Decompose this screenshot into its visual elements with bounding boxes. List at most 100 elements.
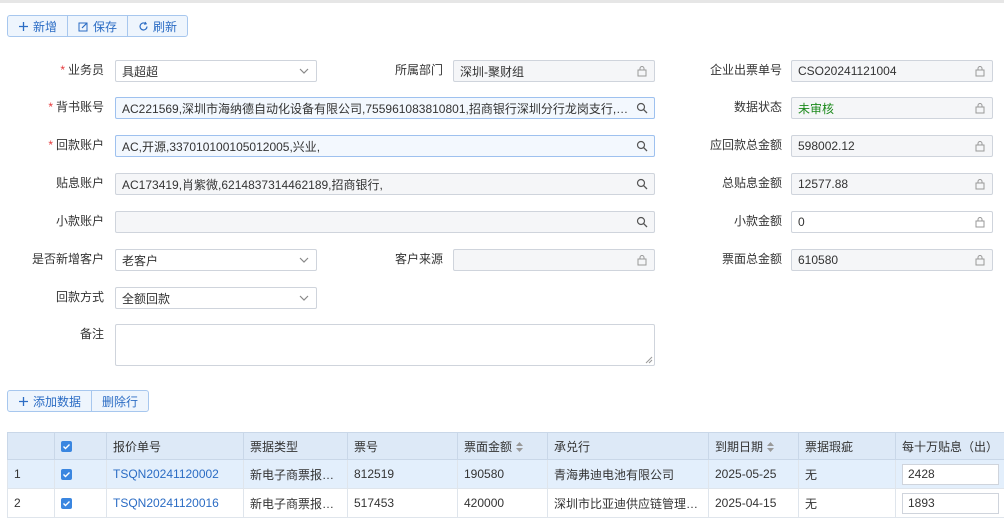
chevron-down-icon	[299, 257, 309, 263]
customer-source-field	[453, 249, 655, 271]
discount-total-field: 12577.88	[791, 173, 993, 195]
row-checkbox[interactable]	[54, 488, 107, 518]
bill-type-cell: 新电子商票报价单	[243, 459, 348, 489]
header-rate[interactable]: 每十万贴息（出）	[895, 432, 1004, 460]
header-bill-type[interactable]: 票据类型	[243, 432, 348, 460]
face-total-field: 610580	[791, 249, 993, 271]
main-toolbar: 新增 保存 刷新	[7, 15, 189, 37]
endorse-account-label: * 背书账号	[48, 100, 104, 114]
search-icon[interactable]	[636, 178, 648, 190]
acceptor-cell: 青海弗迪电池有限公司	[547, 459, 709, 489]
due-date-cell: 2025-04-15	[708, 488, 799, 518]
discount-total-label: 总贴息金额	[721, 176, 782, 190]
quote-no-link[interactable]: TSQN20241120002	[106, 459, 244, 489]
lock-icon	[975, 179, 985, 190]
face-amount-cell: 190580	[457, 459, 548, 489]
data-status-label: 数据状态	[733, 100, 782, 114]
bill-type-cell: 新电子商票报价单	[243, 488, 348, 518]
invoice-no-field: CSO20241121004	[791, 60, 993, 82]
plus-icon	[19, 21, 28, 31]
lock-icon	[637, 66, 647, 77]
table-toolbar: 添加数据 删除行	[7, 390, 150, 412]
required-mark: *	[48, 138, 53, 152]
header-defect[interactable]: 票据瑕疵	[798, 432, 896, 460]
small-account-field[interactable]	[115, 211, 655, 233]
delete-row-button-label: 删除行	[102, 394, 139, 409]
checkbox-checked-icon[interactable]	[61, 441, 72, 453]
data-status-field: 未审核	[791, 97, 993, 119]
invoice-no-label: 企业出票单号	[709, 63, 782, 77]
save-button[interactable]: 保存	[68, 16, 129, 36]
defect-cell: 无	[798, 459, 896, 489]
add-row-button[interactable]: 添加数据	[8, 391, 93, 411]
resize-handle-icon[interactable]	[645, 356, 653, 364]
header-select-all[interactable]	[54, 432, 107, 460]
customer-source-label: 客户来源	[394, 252, 443, 266]
header-due-date[interactable]: 到期日期	[708, 432, 799, 460]
row-checkbox[interactable]	[54, 459, 107, 489]
chevron-down-icon	[299, 68, 309, 74]
due-date-cell: 2025-05-25	[708, 459, 799, 489]
bill-no-cell: 517453	[347, 488, 458, 518]
remark-textarea[interactable]	[115, 324, 655, 366]
return-method-label: 回款方式	[55, 290, 104, 304]
bill-no-cell: 812519	[347, 459, 458, 489]
salesman-select[interactable]: 具超超	[115, 60, 317, 82]
bill-table: 报价单号 票据类型 票号 票面金额 承兑行 到期日期 票据瑕疵 每十万贴息（出）…	[7, 432, 1004, 518]
checkbox-checked-icon[interactable]	[61, 498, 72, 510]
header-acceptor[interactable]: 承兑行	[547, 432, 709, 460]
new-customer-select[interactable]: 老客户	[115, 249, 317, 271]
row-index: 2	[7, 488, 55, 518]
plus-icon	[19, 396, 28, 406]
refresh-icon	[139, 21, 148, 30]
acceptor-cell: 深圳市比亚迪供应链管理有限公司	[547, 488, 709, 518]
sort-icon[interactable]	[767, 442, 775, 453]
refresh-button-label: 刷新	[153, 19, 178, 34]
face-total-label: 票面总金额	[721, 252, 782, 266]
lock-icon	[975, 255, 985, 266]
discount-account-field[interactable]: AC173419,肖紫微,6214837314462189,招商银行,	[115, 173, 655, 195]
table-header-row: 报价单号 票据类型 票号 票面金额 承兑行 到期日期 票据瑕疵 每十万贴息（出）	[7, 432, 1004, 460]
save-button-label: 保存	[93, 19, 118, 34]
rate-input[interactable]: 2428	[902, 463, 999, 485]
return-account-label: * 回款账户	[48, 138, 104, 152]
table-row[interactable]: 2 TSQN20241120016 新电子商票报价单 517453 420000…	[7, 488, 1004, 518]
return-method-select[interactable]: 全额回款	[115, 287, 317, 309]
rate-cell: 1893	[895, 488, 1004, 518]
return-total-field: 598002.12	[791, 135, 993, 157]
sort-icon[interactable]	[516, 442, 524, 453]
search-icon[interactable]	[636, 216, 648, 228]
return-total-label: 应回款总金额	[709, 138, 782, 152]
lock-icon	[975, 103, 985, 114]
table-row[interactable]: 1 TSQN20241120002 新电子商票报价单 812519 190580…	[7, 459, 1004, 489]
rate-cell: 2428	[895, 459, 1004, 489]
new-customer-label: 是否新增客户	[31, 252, 104, 266]
delete-row-button[interactable]: 删除行	[92, 391, 148, 411]
header-quote-no[interactable]: 报价单号	[106, 432, 244, 460]
required-mark: *	[60, 63, 65, 77]
header-bill-no[interactable]: 票号	[347, 432, 458, 460]
row-index: 1	[7, 459, 55, 489]
lock-icon	[637, 255, 647, 266]
quote-no-link[interactable]: TSQN20241120016	[106, 488, 244, 518]
search-icon[interactable]	[636, 102, 648, 114]
return-account-field[interactable]: AC,开源,337010100105012005,兴业,	[115, 135, 655, 157]
search-icon[interactable]	[636, 140, 648, 152]
small-account-label: 小款账户	[55, 214, 104, 228]
required-mark: *	[48, 100, 53, 114]
small-amount-label: 小款金额	[733, 214, 782, 228]
rate-input[interactable]: 1893	[902, 492, 999, 514]
endorse-account-field[interactable]: AC221569,深圳市海纳德自动化设备有限公司,755961083810801…	[115, 97, 655, 119]
add-button[interactable]: 新增	[8, 16, 69, 36]
discount-account-label: 贴息账户	[55, 176, 104, 190]
remark-label: 备注	[79, 327, 104, 341]
add-button-label: 新增	[33, 19, 58, 34]
header-face-amount[interactable]: 票面金额	[457, 432, 548, 460]
lock-icon	[975, 217, 985, 228]
small-amount-field[interactable]: 0	[791, 211, 993, 233]
checkbox-checked-icon[interactable]	[61, 469, 72, 481]
header-index	[7, 432, 55, 460]
edit-icon	[78, 22, 88, 31]
refresh-button[interactable]: 刷新	[128, 16, 187, 36]
defect-cell: 无	[798, 488, 896, 518]
